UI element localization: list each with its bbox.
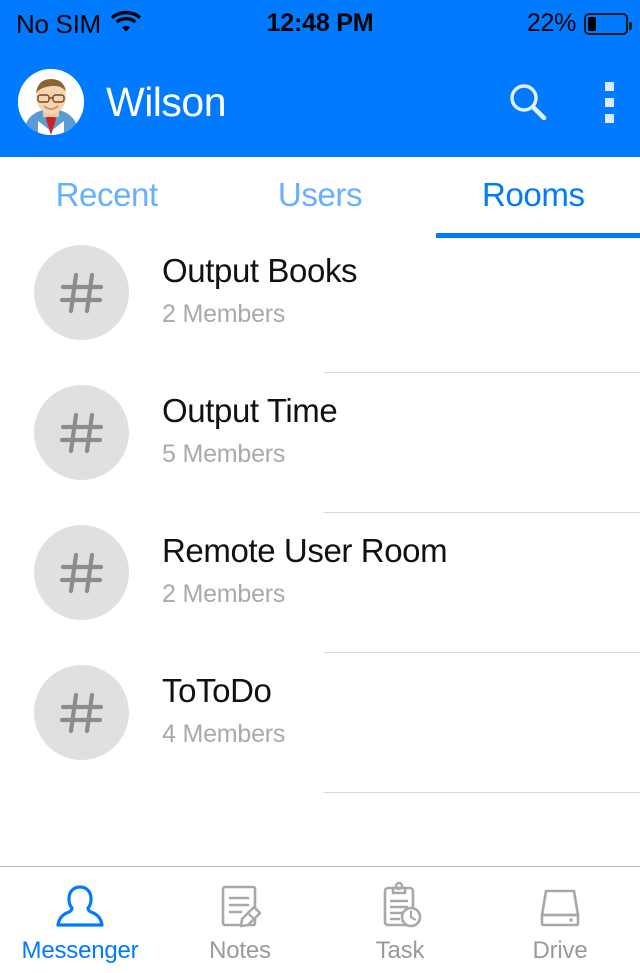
- segment-tabs: Recent Users Rooms: [0, 157, 640, 238]
- room-member-count: 4 Members: [162, 719, 286, 748]
- app-screen: No SIM 12:48 PM 22% Wilson Recent Users …: [0, 0, 640, 973]
- nav-item-drive[interactable]: Drive: [480, 867, 640, 973]
- battery-icon: [584, 12, 632, 35]
- room-list-item[interactable]: Output Time 5 Members: [0, 373, 640, 513]
- app-header: Wilson: [0, 47, 640, 157]
- page-title: Wilson: [106, 78, 227, 125]
- room-name: ToToDo: [162, 672, 272, 709]
- tab-recent[interactable]: Recent: [0, 157, 213, 233]
- room-list-item[interactable]: ToToDo 4 Members: [0, 653, 640, 793]
- room-name: Output Time: [162, 392, 338, 429]
- nav-label-drive: Drive: [532, 937, 588, 964]
- status-bar-right: 22%: [526, 9, 632, 38]
- hash-icon: [34, 245, 129, 340]
- tab-rooms[interactable]: Rooms: [427, 157, 640, 238]
- status-bar: No SIM 12:48 PM 22%: [0, 0, 640, 47]
- room-name: Output Books: [162, 252, 358, 289]
- room-member-count: 5 Members: [162, 439, 286, 468]
- bottom-navigation: Messenger Notes Task Drive: [0, 866, 640, 973]
- header-actions: [507, 81, 614, 123]
- hash-icon: [34, 665, 129, 760]
- search-icon[interactable]: [507, 81, 549, 123]
- room-member-count: 2 Members: [162, 299, 286, 328]
- tab-recent-label: Recent: [55, 176, 159, 213]
- hard-drive-icon: [535, 875, 585, 931]
- room-list-item[interactable]: Remote User Room 2 Members: [0, 513, 640, 653]
- room-name: Remote User Room: [162, 532, 448, 569]
- nav-item-notes[interactable]: Notes: [160, 867, 320, 973]
- clipboard-clock-icon: [375, 875, 425, 931]
- tab-rooms-label: Rooms: [482, 176, 585, 213]
- room-text: Output Time 5 Members: [162, 373, 640, 513]
- room-text: Remote User Room 2 Members: [162, 513, 640, 653]
- note-pencil-icon: [215, 875, 265, 931]
- nav-label-notes: Notes: [209, 937, 271, 964]
- battery-percent-label: 22%: [526, 9, 576, 37]
- room-list: Output Books 2 Members Output Time 5 Mem…: [0, 233, 640, 866]
- nav-item-messenger[interactable]: Messenger: [0, 867, 160, 973]
- tab-users-label: Users: [277, 176, 363, 213]
- person-icon: [55, 875, 105, 931]
- room-text: ToToDo 4 Members: [162, 653, 640, 793]
- room-list-item[interactable]: Output Books 2 Members: [0, 233, 640, 373]
- nav-item-task[interactable]: Task: [320, 867, 480, 973]
- row-divider: [324, 792, 640, 793]
- overflow-menu-icon[interactable]: [605, 81, 614, 123]
- room-text: Output Books 2 Members: [162, 233, 640, 373]
- nav-label-task: Task: [375, 937, 425, 964]
- tab-users[interactable]: Users: [213, 157, 426, 233]
- hash-icon: [34, 385, 129, 480]
- hash-icon: [34, 525, 129, 620]
- nav-label-messenger: Messenger: [21, 937, 139, 964]
- room-member-count: 2 Members: [162, 579, 286, 608]
- avatar[interactable]: [18, 69, 84, 135]
